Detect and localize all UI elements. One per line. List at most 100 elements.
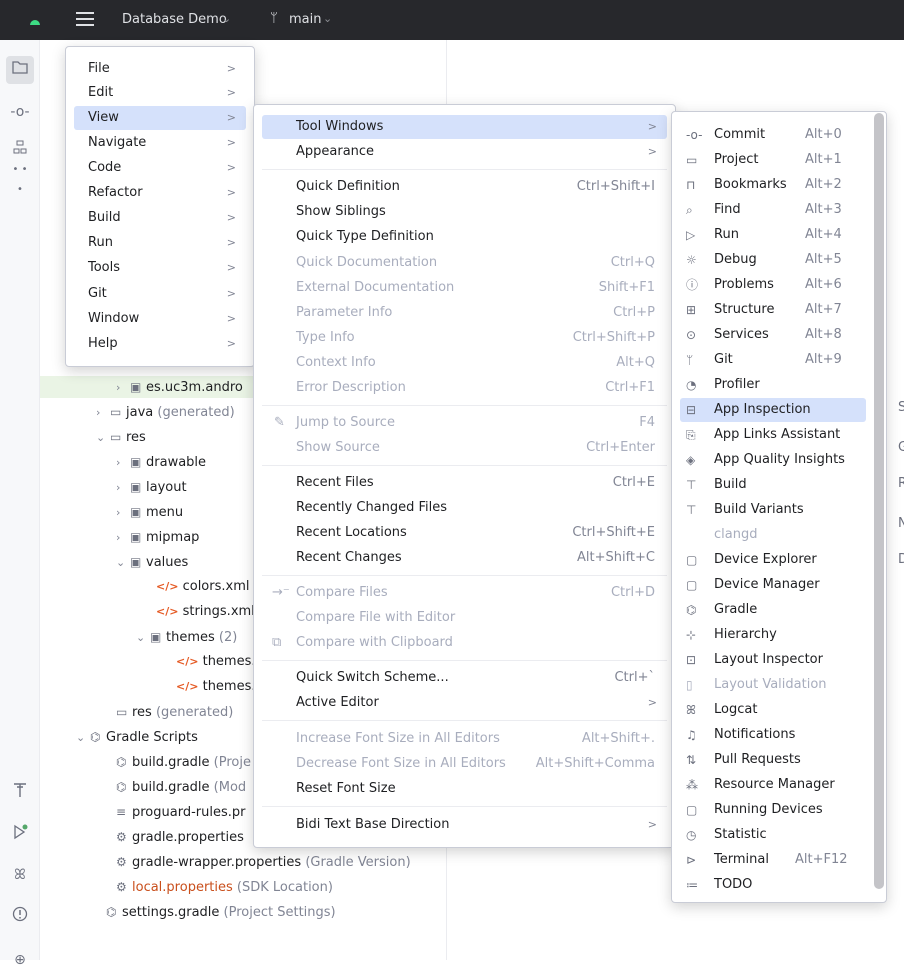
menu-item-build[interactable]: Build > — [74, 206, 246, 230]
menu-item-quick-switch-scheme[interactable]: Quick Switch Scheme... Ctrl+` — [262, 666, 667, 690]
tree-row[interactable]: </> themes.: — [176, 676, 260, 698]
main-menu-icon[interactable] — [76, 12, 94, 26]
menu-item-show-siblings[interactable]: Show Siblings — [262, 200, 667, 224]
menu-item-todo[interactable]: ≔ TODO — [680, 873, 866, 897]
tree-row[interactable]: </> strings.xml — [156, 601, 255, 623]
menu-item-device-explorer[interactable]: ▢ Device Explorer — [680, 548, 866, 572]
tree-row[interactable]: ⚙ gradle-wrapper.properties (Gradle Versi… — [116, 851, 411, 873]
menu-item-pull-requests[interactable]: ⇅ Pull Requests — [680, 748, 866, 772]
menu-item-decrease-font-size[interactable]: Decrease Font Size in All Editors Alt+Shi… — [262, 752, 667, 776]
tree-row[interactable]: ⌄ ⌬ Gradle Scripts — [76, 726, 198, 748]
menu-item-edit[interactable]: Edit > — [74, 81, 246, 105]
menu-item-build[interactable]: ⊤ Build — [680, 473, 866, 497]
menu-item-running-devices[interactable]: ▢ Running Devices — [680, 798, 866, 822]
tree-row[interactable]: ⚙ gradle.properties — [116, 826, 244, 848]
menu-item-view[interactable]: View > — [74, 106, 246, 130]
menu-item-structure[interactable]: ⊞ Structure Alt+7 — [680, 298, 866, 322]
menu-item-recently-changed-files[interactable]: Recently Changed Files — [262, 496, 667, 520]
menu-item-app-inspection[interactable]: ⊟ App Inspection — [680, 398, 866, 422]
logcat-icon[interactable]: ꕤ — [10, 865, 30, 885]
tree-row[interactable]: ⌄ ▭ res — [96, 426, 146, 448]
folder-icon[interactable] — [6, 56, 34, 84]
menu-item-find[interactable]: ⌕ Find Alt+3 — [680, 198, 866, 222]
tree-row[interactable]: ⚙ local.properties (SDK Location) — [116, 876, 333, 898]
menu-item-code[interactable]: Code > — [74, 156, 246, 180]
build-icon[interactable] — [10, 782, 30, 802]
menu-item-resource-manager[interactable]: ⁂ Resource Manager — [680, 773, 866, 797]
menu-item-gradle[interactable]: ⌬ Gradle — [680, 598, 866, 622]
tree-row[interactable]: </> colors.xml — [156, 576, 249, 598]
menu-item-navigate[interactable]: Navigate > — [74, 131, 246, 155]
menu-item-app-links-assistant[interactable]: ⎘ App Links Assistant — [680, 423, 866, 447]
menu-item-hierarchy[interactable]: ⊹ Hierarchy — [680, 623, 866, 647]
menu-item-recent-files[interactable]: Recent Files Ctrl+E — [262, 471, 667, 495]
tree-row[interactable]: ⌬ settings.gradle (Project Settings) — [106, 901, 336, 923]
menu-item-jump-to-source[interactable]: ✎ Jump to Source F4 — [262, 411, 667, 435]
menu-item-bookmarks[interactable]: ⊓ Bookmarks Alt+2 — [680, 173, 866, 197]
menu-item-logcat[interactable]: ꕤ Logcat — [680, 698, 866, 722]
tree-row[interactable]: </> themes.: — [176, 651, 260, 673]
menu-item-quick-definition[interactable]: Quick Definition Ctrl+Shift+I — [262, 175, 667, 199]
git-icon[interactable]: ⊕ — [10, 950, 30, 970]
menu-item-terminal[interactable]: ⊳ Terminal Alt+F12 — [680, 848, 866, 872]
project-selector[interactable]: Database Demo — [122, 12, 227, 27]
menu-item-build-variants[interactable]: ⊤ Build Variants — [680, 498, 866, 522]
menu-item-recent-changes[interactable]: Recent Changes Alt+Shift+C — [262, 546, 667, 570]
tree-row[interactable]: › ▭ java (generated) — [96, 401, 235, 423]
menu-item-context-info[interactable]: Context Info Alt+Q — [262, 351, 667, 375]
menu-item-compare-file-with-editor[interactable]: Compare File with Editor — [262, 606, 667, 630]
structure-icon[interactable] — [10, 140, 30, 160]
menu-item-quick-type-definition[interactable]: Quick Type Definition — [262, 225, 667, 249]
menu-item-clangd[interactable]: clangd — [680, 523, 866, 547]
tree-row[interactable]: › ▣ layout — [116, 476, 187, 498]
more-icon[interactable]: • • • — [10, 160, 30, 195]
menu-item-compare-with-clipboard[interactable]: ⧉ Compare with Clipboard — [262, 631, 667, 655]
tree-row[interactable]: ⌄ ▣ themes (2) — [136, 626, 237, 648]
menu-item-refactor[interactable]: Refactor > — [74, 181, 246, 205]
menu-item-problems[interactable]: ⓘ Problems Alt+6 — [680, 273, 866, 297]
menu-item-statistic[interactable]: ◷ Statistic — [680, 823, 866, 847]
menu-item-help[interactable]: Help > — [74, 332, 246, 356]
menu-item-layout-validation[interactable]: ▯ Layout Validation — [680, 673, 866, 697]
menu-item-recent-locations[interactable]: Recent Locations Ctrl+Shift+E — [262, 521, 667, 545]
menu-item-external-documentation[interactable]: External Documentation Shift+F1 — [262, 276, 667, 300]
menu-item-bidi-text-base-direction[interactable]: Bidi Text Base Direction > — [262, 813, 667, 837]
menu-item-increase-font-size[interactable]: Increase Font Size in All Editors Alt+Shi… — [262, 727, 667, 751]
menu-item-type-info[interactable]: Type Info Ctrl+Shift+P — [262, 326, 667, 350]
menu-item-run[interactable]: Run > — [74, 231, 246, 255]
menu-item-notifications[interactable]: ♫ Notifications — [680, 723, 866, 747]
chevron-down-icon[interactable]: ⌄ — [323, 12, 332, 25]
run-icon[interactable] — [10, 824, 30, 844]
menu-item-profiler[interactable]: ◔ Profiler — [680, 373, 866, 397]
menu-item-quick-documentation[interactable]: Quick Documentation Ctrl+Q — [262, 251, 667, 275]
menu-item-error-description[interactable]: Error Description Ctrl+F1 — [262, 376, 667, 400]
tree-row[interactable]: › ▣ menu — [116, 501, 183, 523]
menu-scrollbar[interactable] — [874, 113, 884, 889]
menu-item-reset-font-size[interactable]: Reset Font Size — [262, 777, 667, 801]
menu-item-git[interactable]: ᛘ Git Alt+9 — [680, 348, 866, 372]
menu-item-active-editor[interactable]: Active Editor > — [262, 691, 667, 715]
menu-item-file[interactable]: File > — [74, 57, 246, 81]
tree-row[interactable]: ≡ proguard-rules.pr — [116, 801, 245, 823]
menu-item-appearance[interactable]: Appearance > — [262, 140, 667, 164]
menu-item-device-manager[interactable]: ▢ Device Manager — [680, 573, 866, 597]
tree-row[interactable]: ⌬ build.gradle (Mod — [116, 776, 246, 798]
menu-item-parameter-info[interactable]: Parameter Info Ctrl+P — [262, 301, 667, 325]
menu-item-app-quality-insights[interactable]: ◈ App Quality Insights — [680, 448, 866, 472]
tree-row[interactable]: › ▣ es.uc3m.andro — [116, 376, 243, 398]
menu-item-run[interactable]: ▷ Run Alt+4 — [680, 223, 866, 247]
menu-item-layout-inspector[interactable]: ⊡ Layout Inspector — [680, 648, 866, 672]
branch-selector[interactable]: main — [289, 12, 321, 27]
menu-item-tools[interactable]: Tools > — [74, 256, 246, 280]
tree-row[interactable]: › ▣ drawable — [116, 451, 206, 473]
tree-row[interactable]: ▭ res (generated) — [116, 701, 233, 723]
menu-item-commit[interactable]: -o- Commit Alt+0 — [680, 123, 866, 147]
menu-item-services[interactable]: ⊙ Services Alt+8 — [680, 323, 866, 347]
menu-item-show-source[interactable]: Show Source Ctrl+Enter — [262, 436, 667, 460]
tree-row[interactable]: ⌄ ▣ values — [116, 551, 188, 573]
menu-item-git[interactable]: Git > — [74, 282, 246, 306]
menu-item-project[interactable]: ▭ Project Alt+1 — [680, 148, 866, 172]
tree-row[interactable]: › ▣ mipmap — [116, 526, 199, 548]
tree-row[interactable]: ⌬ build.gradle (Proje — [116, 751, 251, 773]
menu-item-window[interactable]: Window > — [74, 307, 246, 331]
